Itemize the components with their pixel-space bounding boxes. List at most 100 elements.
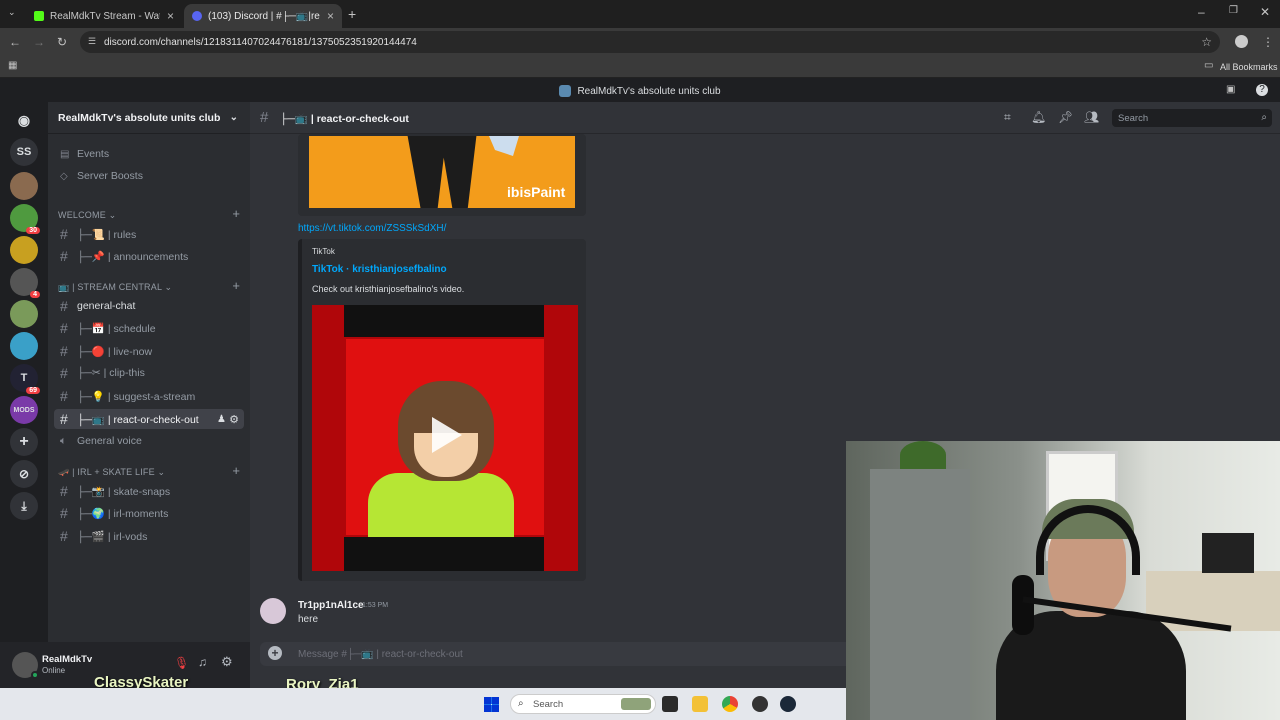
category-irl-skate[interactable]: 🛹 | IRL + SKATE LIFE ⌄: [58, 467, 165, 478]
guild-avatar[interactable]: 30: [10, 204, 40, 234]
upload-plus-icon[interactable]: +: [268, 646, 282, 660]
inbox-icon[interactable]: ▣: [1226, 85, 1235, 95]
channel-skate-snaps[interactable]: # ├─📸 | skate-snaps: [54, 481, 244, 501]
tab-search-icon[interactable]: ⌄: [8, 8, 16, 17]
member-list-icon[interactable]: 👥︎: [1084, 111, 1099, 123]
voice-channel-general[interactable]: 🔈︎ General voice: [54, 431, 244, 451]
create-channel-icon[interactable]: +: [232, 463, 240, 478]
channel-irl-vods[interactable]: # ├─🎬 | irl-vods: [54, 526, 244, 546]
taskbar-search[interactable]: ⌕ Search: [510, 694, 656, 714]
mute-mic-icon[interactable]: 🎙︎: [174, 656, 189, 670]
add-server-icon[interactable]: +: [10, 428, 38, 456]
guild-mods[interactable]: MODS: [10, 396, 38, 424]
guild-avatar[interactable]: [10, 236, 38, 264]
mention-badge: 30: [26, 227, 40, 234]
category-label: WELCOME: [58, 210, 106, 220]
channel-label: ├─🌍 | irl-moments: [77, 507, 169, 520]
message-author-avatar[interactable]: [260, 598, 286, 624]
channel-live-now[interactable]: # ├─🔴 | live-now: [54, 341, 244, 361]
explore-compass-icon[interactable]: ⊘: [10, 460, 38, 488]
guild-t[interactable]: T 69: [10, 364, 40, 394]
help-icon[interactable]: ?: [1256, 84, 1268, 96]
search-placeholder: Search: [1118, 112, 1149, 124]
message-input[interactable]: + Message #├─📺 | react-or-check-out: [260, 642, 856, 666]
threads-icon[interactable]: ⌗: [1004, 111, 1011, 123]
discord-window-title: RealMdkTv's absolute units club ▣ ?: [0, 80, 1280, 102]
notification-bell-icon[interactable]: 🔔︎: [1031, 111, 1046, 123]
forward-icon[interactable]: →: [33, 36, 45, 48]
user-settings-gear-icon[interactable]: ⚙: [221, 654, 233, 670]
server-boosts-item[interactable]: ◇ Server Boosts: [54, 166, 244, 186]
file-explorer-icon[interactable]: [692, 696, 708, 712]
text-channel-icon: #: [60, 411, 68, 427]
channel-react-or-check-out[interactable]: # ├─📺 | react-or-check-out ♟ ⚙: [54, 409, 244, 429]
video-thumbnail[interactable]: [312, 305, 578, 571]
minimize-icon[interactable]: –: [1198, 6, 1205, 18]
search-input[interactable]: Search ⌕: [1112, 109, 1272, 127]
channel-label: ├─✂ | clip-this: [77, 367, 145, 379]
close-tab-icon[interactable]: ×: [167, 9, 174, 23]
obs-icon[interactable]: [752, 696, 768, 712]
text-channel-icon: #: [60, 343, 68, 359]
task-view-icon[interactable]: [662, 696, 678, 712]
apps-grid-icon[interactable]: ▦: [8, 61, 17, 71]
channel-sidebar: RealMdkTv's absolute units club ⌄ ▤ Even…: [48, 102, 250, 642]
mention-badge: 69: [26, 387, 40, 394]
menu-kebab-icon[interactable]: ⋮: [1262, 36, 1274, 48]
channel-general-chat[interactable]: # general-chat: [54, 296, 244, 316]
server-icon: [559, 85, 572, 97]
guild-avatar[interactable]: 4: [10, 268, 40, 298]
close-tab-icon[interactable]: ×: [327, 9, 334, 23]
tiktok-link[interactable]: https://vt.tiktok.com/ZSSSkSdXH/: [298, 223, 446, 234]
guild-ss[interactable]: SS: [10, 138, 38, 166]
download-icon[interactable]: ⤓: [10, 492, 38, 520]
reload-icon[interactable]: ↻: [57, 36, 67, 48]
search-icon: ⌕: [518, 698, 524, 709]
embed-image[interactable]: ibisPaint: [309, 136, 575, 208]
gear-icon[interactable]: ⚙: [229, 413, 239, 426]
create-channel-icon[interactable]: +: [232, 206, 240, 221]
server-header[interactable]: RealMdkTv's absolute units club ⌄: [48, 102, 250, 134]
browser-tab-discord[interactable]: (103) Discord | #├─📺|react-or-... ×: [184, 4, 342, 28]
play-icon[interactable]: [432, 417, 462, 453]
browser-tab-bar: ⌄ RealMdkTv Stream - Watch Live × (103) …: [0, 0, 1280, 28]
site-info-icon[interactable]: ☰: [88, 36, 96, 47]
guild-avatar[interactable]: [10, 172, 38, 200]
text-channel-icon: #: [60, 248, 68, 264]
address-bar[interactable]: ☰ discord.com/channels/12183114070244761…: [80, 31, 1220, 53]
guild-avatar[interactable]: [10, 300, 38, 328]
invite-icon[interactable]: ♟: [217, 414, 226, 425]
webcam-overlay: [846, 441, 1280, 720]
channel-irl-moments[interactable]: # ├─🌍 | irl-moments: [54, 503, 244, 523]
category-welcome[interactable]: WELCOME ⌄: [58, 210, 116, 221]
message-text: here: [298, 614, 319, 625]
new-tab-icon[interactable]: +: [348, 7, 356, 21]
text-channel-icon: #: [60, 483, 68, 499]
steam-icon[interactable]: [780, 696, 796, 712]
browser-tab-kick[interactable]: RealMdkTv Stream - Watch Live ×: [26, 4, 182, 28]
back-icon[interactable]: ←: [9, 36, 21, 48]
restore-icon[interactable]: ❐: [1229, 6, 1238, 16]
channel-clip-this[interactable]: # ├─✂ | clip-this: [54, 363, 244, 383]
events-item[interactable]: ▤ Events: [54, 144, 244, 164]
channel-schedule[interactable]: # ├─📅 | schedule: [54, 318, 244, 338]
embed-title[interactable]: TikTok · kristhianjosefbalino: [312, 264, 447, 275]
windows-start-icon[interactable]: [484, 697, 499, 712]
channel-suggest-a-stream[interactable]: # ├─💡 | suggest-a-stream: [54, 386, 244, 406]
create-channel-icon[interactable]: +: [232, 278, 240, 293]
chrome-icon[interactable]: [722, 696, 738, 712]
all-bookmarks-link[interactable]: All Bookmarks: [1220, 62, 1278, 72]
bookmark-star-icon[interactable]: ☆: [1201, 36, 1212, 48]
channel-rules[interactable]: # ├─📜 | rules: [54, 224, 244, 244]
headphones-icon[interactable]: ♫: [198, 655, 207, 669]
discord-home-icon[interactable]: ◉: [10, 106, 38, 134]
profile-avatar[interactable]: [1235, 35, 1248, 48]
close-window-icon[interactable]: ✕: [1260, 6, 1270, 18]
category-stream-central[interactable]: 📺 | STREAM CENTRAL ⌄: [58, 282, 172, 293]
pin-icon[interactable]: 📌︎: [1058, 111, 1073, 123]
message-author[interactable]: Tr1pp1nAl1ce: [298, 600, 364, 611]
text-channel-icon: #: [60, 505, 68, 521]
boost-icon: ◇: [60, 170, 68, 182]
guild-avatar[interactable]: [10, 332, 38, 360]
channel-announcements[interactable]: # ├─📌 | announcements: [54, 246, 244, 266]
